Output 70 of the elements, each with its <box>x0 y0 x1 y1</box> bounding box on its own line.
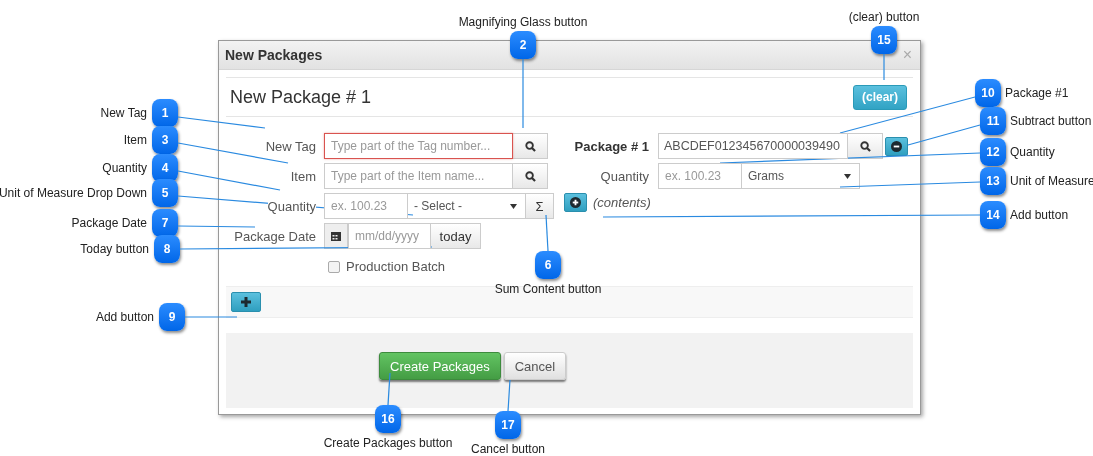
callout-label: New Tag <box>100 106 147 120</box>
callout-label: Package Date <box>71 216 147 230</box>
quantity-input[interactable]: ex. 100.23 <box>324 193 408 219</box>
callout-label: Unit of Measure Drop Down <box>0 186 147 200</box>
checkbox-label: Production Batch <box>346 259 445 274</box>
unit-dropdown[interactable]: Grams <box>742 163 860 189</box>
calendar-icon <box>331 231 341 241</box>
item-input[interactable]: Type part of the Item name... <box>324 163 513 189</box>
callout-badge: 4 <box>152 154 178 182</box>
callout-badge: 11 <box>980 107 1006 135</box>
package-input[interactable]: ABCDEF012345670000039490 <box>658 133 848 159</box>
contents-label: (contents) <box>593 195 651 210</box>
callout-badge: 14 <box>980 201 1006 229</box>
callout-label: Magnifying Glass button <box>458 15 588 29</box>
tag-input[interactable]: Type part of the Tag number... <box>324 133 513 159</box>
leader-line <box>387 372 391 406</box>
search-icon <box>524 140 536 152</box>
leader-line <box>522 58 524 129</box>
quantity-input[interactable]: ex. 100.23 <box>658 163 742 189</box>
search-button[interactable] <box>513 163 548 189</box>
caret-icon <box>844 173 851 179</box>
callout-label: Cancel button <box>470 442 546 456</box>
callout-badge: 3 <box>152 126 178 154</box>
callout-label: Create Packages button <box>323 436 453 450</box>
callout-badge: 9 <box>159 303 185 331</box>
leader-line <box>883 53 885 81</box>
callout-badge: 6 <box>535 251 561 279</box>
callout-label: Sum Content button <box>494 282 602 296</box>
today-button[interactable]: today <box>431 223 481 249</box>
leader-line <box>545 214 549 252</box>
callout-label: Item <box>123 133 147 147</box>
callout-label: (clear) button <box>848 10 920 24</box>
callout-label: Add button <box>1010 208 1069 222</box>
callout-badge: 12 <box>980 138 1006 166</box>
search-icon <box>859 140 871 152</box>
search-button[interactable] <box>848 133 883 159</box>
callout-label: Subtract button <box>1010 114 1092 128</box>
add-package-button[interactable] <box>231 292 261 312</box>
plus-icon <box>241 297 251 307</box>
callout-badge: 13 <box>980 167 1006 195</box>
sum-button[interactable]: Σ <box>526 193 554 219</box>
callout-badge: 17 <box>495 411 521 439</box>
callout-badge: 2 <box>510 31 536 59</box>
callout-label: Add button <box>95 310 154 324</box>
callout-badge: 8 <box>154 235 180 263</box>
plus-circle-icon <box>570 197 581 208</box>
dialog-title: New Packages <box>225 47 323 63</box>
package-heading: New Package # 1 <box>230 86 372 108</box>
leader-line <box>507 379 511 412</box>
add-content-button[interactable] <box>564 193 587 212</box>
callout-badge: 7 <box>152 209 178 237</box>
minus-circle-icon <box>891 141 902 152</box>
search-icon <box>524 170 536 182</box>
date-input[interactable]: mm/dd/yyyy <box>348 223 431 249</box>
callout-badge: 5 <box>152 179 178 207</box>
leader-line <box>184 316 238 318</box>
cancel-button[interactable]: Cancel <box>503 352 567 380</box>
subtract-button[interactable] <box>885 137 908 156</box>
caret-icon <box>510 203 517 209</box>
callout-badge: 15 <box>871 26 897 54</box>
callout-label: Package #1 <box>1005 86 1069 100</box>
callout-label: Quantity <box>102 161 147 175</box>
callout-label: Today button <box>80 242 149 256</box>
callout-badge: 10 <box>975 79 1001 107</box>
callout-badge: 1 <box>152 99 178 127</box>
unit-dropdown[interactable]: - Select - <box>408 193 526 219</box>
checkbox[interactable] <box>328 260 340 273</box>
callout-label: Quantity <box>1010 145 1055 159</box>
callout-badge: 16 <box>375 405 401 433</box>
search-button[interactable] <box>513 133 548 159</box>
